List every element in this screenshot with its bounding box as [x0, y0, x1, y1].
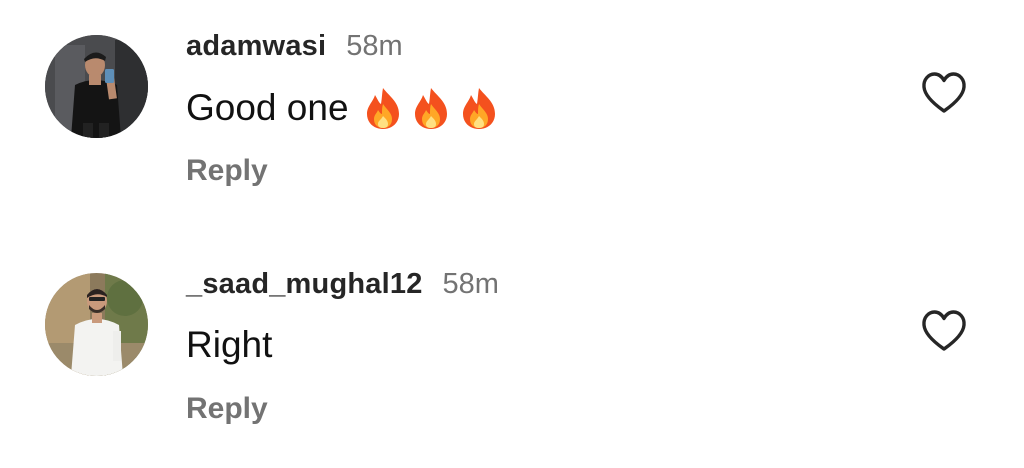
- like-button[interactable]: [920, 70, 968, 116]
- fire-emoji-icon: [462, 88, 495, 129]
- timestamp: 58m: [346, 30, 403, 62]
- like-button[interactable]: [920, 308, 968, 354]
- fire-emoji-icon: [366, 88, 399, 129]
- comment-text: Right: [186, 324, 272, 366]
- heart-outline-icon: [922, 72, 966, 113]
- comment-text-body: Right: [186, 324, 273, 365]
- username[interactable]: adamwasi: [186, 30, 326, 63]
- comment-item: adamwasi 58m Good one Reply: [0, 0, 1024, 200]
- avatar-photo: [45, 35, 148, 138]
- comment-text: Good one: [186, 86, 499, 130]
- avatar[interactable]: [45, 35, 148, 138]
- emoji-group: [363, 86, 499, 130]
- comment-header: adamwasi 58m: [186, 30, 403, 70]
- avatar[interactable]: [45, 273, 148, 376]
- heart-outline-icon: [922, 310, 966, 351]
- comment-list: adamwasi 58m Good one Reply _saad_mughal…: [0, 0, 1024, 468]
- reply-button[interactable]: Reply: [186, 392, 268, 426]
- fire-emoji-icon: [414, 88, 447, 129]
- comment-item: _saad_mughal12 58m Right Reply: [0, 238, 1024, 438]
- avatar-photo: [45, 273, 148, 376]
- timestamp: 58m: [442, 268, 499, 300]
- comment-text-body: Good one: [186, 87, 349, 128]
- reply-button[interactable]: Reply: [186, 154, 268, 188]
- username[interactable]: _saad_mughal12: [186, 268, 423, 301]
- comment-header: _saad_mughal12 58m: [186, 268, 499, 308]
